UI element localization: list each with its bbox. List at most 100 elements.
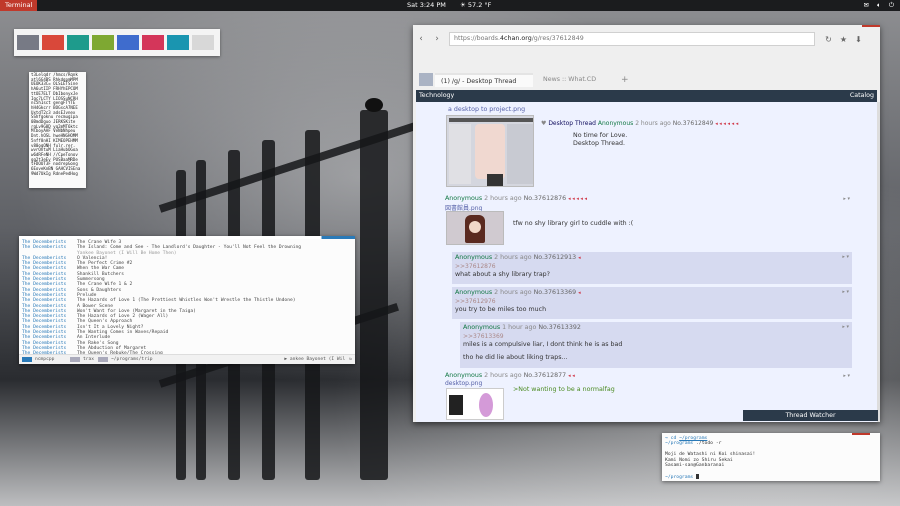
post-name: Anonymous: [455, 289, 493, 296]
post-body: what about a shy library trap?: [455, 271, 551, 278]
mail-icon[interactable]: ✉: [863, 0, 868, 11]
op-subject: Desktop Thread: [548, 120, 596, 127]
mode-indicator: [98, 357, 108, 362]
post-menu-icon[interactable]: ▸ ▾: [842, 289, 849, 295]
terminal-line: ~/programs: [665, 473, 877, 480]
mode-indicator: [70, 357, 80, 362]
reply-flags: ◂ ◂ ◂ ◂ ◂: [568, 196, 588, 202]
op-body: No time for Love. Desktop Thread.: [573, 132, 627, 148]
reply-post: Anonymous 2 hours ago No.37613369 ◂ ▸ ▾ …: [452, 287, 852, 319]
color-swatch: [67, 35, 89, 50]
prompt-path: ~/programs: [665, 441, 694, 447]
top-panel: Terminal Sat 3:24 PM ☀ 57.2 °F ✉ 🔈︎ ⏻: [0, 0, 900, 11]
url-domain: 4chan.org: [500, 35, 532, 42]
post-name: Anonymous: [463, 324, 501, 331]
post-filename[interactable]: desktop.png: [445, 380, 482, 387]
post-thumbnail[interactable]: [446, 388, 504, 420]
bookmark-star-icon[interactable]: ★: [836, 35, 851, 44]
op-filename[interactable]: a desktop to project.png: [448, 106, 525, 113]
post-body: you try to be miles too much: [455, 306, 547, 313]
post-number[interactable]: No.37612913: [534, 254, 577, 261]
post-menu-icon[interactable]: ▸ ▾: [842, 254, 849, 260]
tab-bar: (1) /g/ - Desktop Thread News :: What.CD…: [413, 50, 880, 87]
clock[interactable]: Sat 3:24 PM: [407, 0, 446, 11]
op-header: ♥ Desktop Thread Anonymous 2 hours ago N…: [541, 120, 738, 127]
window-accent: [852, 433, 870, 435]
post-menu-icon[interactable]: ▸ ▾: [843, 196, 850, 202]
post-date: 1 hour ago: [502, 324, 537, 331]
forward-button[interactable]: ›: [429, 34, 445, 44]
heart-icon: ♥: [541, 120, 547, 127]
board-title[interactable]: Technology: [419, 90, 454, 102]
post-header: Anonymous 2 hours ago No.37612877 ◂ ◂: [445, 372, 575, 379]
download-icon[interactable]: ⬇: [851, 35, 866, 44]
railing-knob: [365, 98, 383, 112]
post-name: Anonymous: [445, 372, 483, 379]
post-quote-link[interactable]: >>37612876: [455, 263, 496, 270]
post-thumbnail[interactable]: [446, 211, 504, 245]
url-bar[interactable]: https://boards.4chan.org/g/res/37612849: [449, 32, 815, 46]
color-swatch: [117, 35, 139, 50]
reload-icon[interactable]: ↻: [821, 35, 836, 44]
reply-post: Anonymous 1 hour ago No.37613392 ▸ ▾ >>3…: [460, 322, 852, 368]
power-icon[interactable]: ⏻: [889, 0, 894, 11]
op-number[interactable]: No.37612849: [673, 120, 714, 127]
repeat-icon[interactable]: ↻: [349, 357, 352, 362]
post-menu-icon[interactable]: ▸ ▾: [843, 373, 850, 379]
active-app-label[interactable]: Terminal: [0, 0, 38, 11]
mode-indicator: [22, 357, 32, 362]
post-body: tho he did lie about liking traps...: [463, 354, 568, 361]
color-palette-widget: [14, 29, 220, 56]
color-swatch: [42, 35, 64, 50]
playlist: The Decemberists The Crane Wife 3 The Dece…: [19, 239, 355, 358]
post-quote-link[interactable]: >>37613369: [463, 333, 504, 340]
post-date: 2 hours ago: [494, 254, 532, 261]
text-cursor: [696, 473, 700, 479]
post-number[interactable]: No.37613369: [534, 289, 577, 296]
volume-icon[interactable]: 🔈︎: [877, 0, 881, 11]
music-player-window[interactable]: The Decemberists The Crane Wife 3 The Dece…: [19, 236, 355, 364]
scrollbar[interactable]: [877, 102, 880, 422]
op-body-line: Desktop Thread.: [573, 140, 625, 147]
post-header: Anonymous 1 hour ago No.37613392: [463, 324, 581, 331]
post-header: Anonymous 2 hours ago No.37612913 ◂: [455, 254, 581, 261]
board-navbar: Technology Catalog: [416, 90, 877, 102]
text-line: 9Wd7UkIg RdnePedHog: [31, 170, 78, 176]
op-body-line: No time for Love.: [573, 132, 628, 139]
thread-content[interactable]: a desktop to project.png ♥ Desktop Threa…: [416, 102, 877, 422]
player-statusbar: ncmpcpp trax ~/programs/trip ▶ ankee Bay…: [19, 354, 355, 364]
post-number[interactable]: No.37612877: [524, 372, 567, 379]
color-swatch: [167, 35, 189, 50]
post-date: 2 hours ago: [484, 372, 522, 379]
reply-flags: ◂: [578, 255, 581, 261]
url-prefix: https://boards.: [454, 35, 501, 42]
op-thumbnail[interactable]: [446, 115, 534, 187]
tab-what-cd[interactable]: News :: What.CD: [537, 73, 611, 87]
tab-sidebar-toggle[interactable]: [419, 73, 433, 86]
back-button[interactable]: ‹: [413, 34, 429, 44]
browser-window[interactable]: ‹ › https://boards.4chan.org/g/res/37612…: [413, 25, 880, 422]
now-playing: ▶ ankee Bayonet (I Wil: [284, 357, 346, 362]
post-number[interactable]: No.37613392: [538, 324, 581, 331]
post-number[interactable]: No.37612876: [524, 195, 567, 202]
color-swatch: [192, 35, 214, 50]
post-date: 2 hours ago: [494, 289, 532, 296]
thread-watcher-button[interactable]: Thread Watcher: [743, 410, 878, 421]
window-accent: [862, 25, 880, 27]
terminal-window[interactable]: → cd ~/programs ~/programs ./todo -r Moj…: [662, 433, 880, 481]
tab-desktop-thread[interactable]: (1) /g/ - Desktop Thread: [435, 73, 533, 87]
post-menu-icon[interactable]: ▸ ▾: [842, 324, 849, 330]
post-quote-link[interactable]: >>37612976: [455, 298, 496, 305]
new-tab-button[interactable]: +: [615, 73, 635, 87]
reply-post: Anonymous 2 hours ago No.37612876 ◂ ◂ ◂ …: [443, 194, 853, 249]
post-body: tfw no shy library girl to cuddle with :…: [513, 220, 634, 227]
catalog-link[interactable]: Catalog: [850, 90, 874, 102]
post-name: Anonymous: [455, 254, 493, 261]
weather-indicator[interactable]: ☀ 57.2 °F: [460, 0, 491, 11]
op-name: Anonymous: [597, 120, 634, 127]
post-date: 2 hours ago: [484, 195, 522, 202]
current-path: ~/programs/trip: [111, 357, 153, 362]
command-text: ./todo -r: [696, 441, 722, 447]
post-body: miles is a compulsive liar, I dont think…: [463, 341, 623, 348]
color-swatch: [17, 35, 39, 50]
